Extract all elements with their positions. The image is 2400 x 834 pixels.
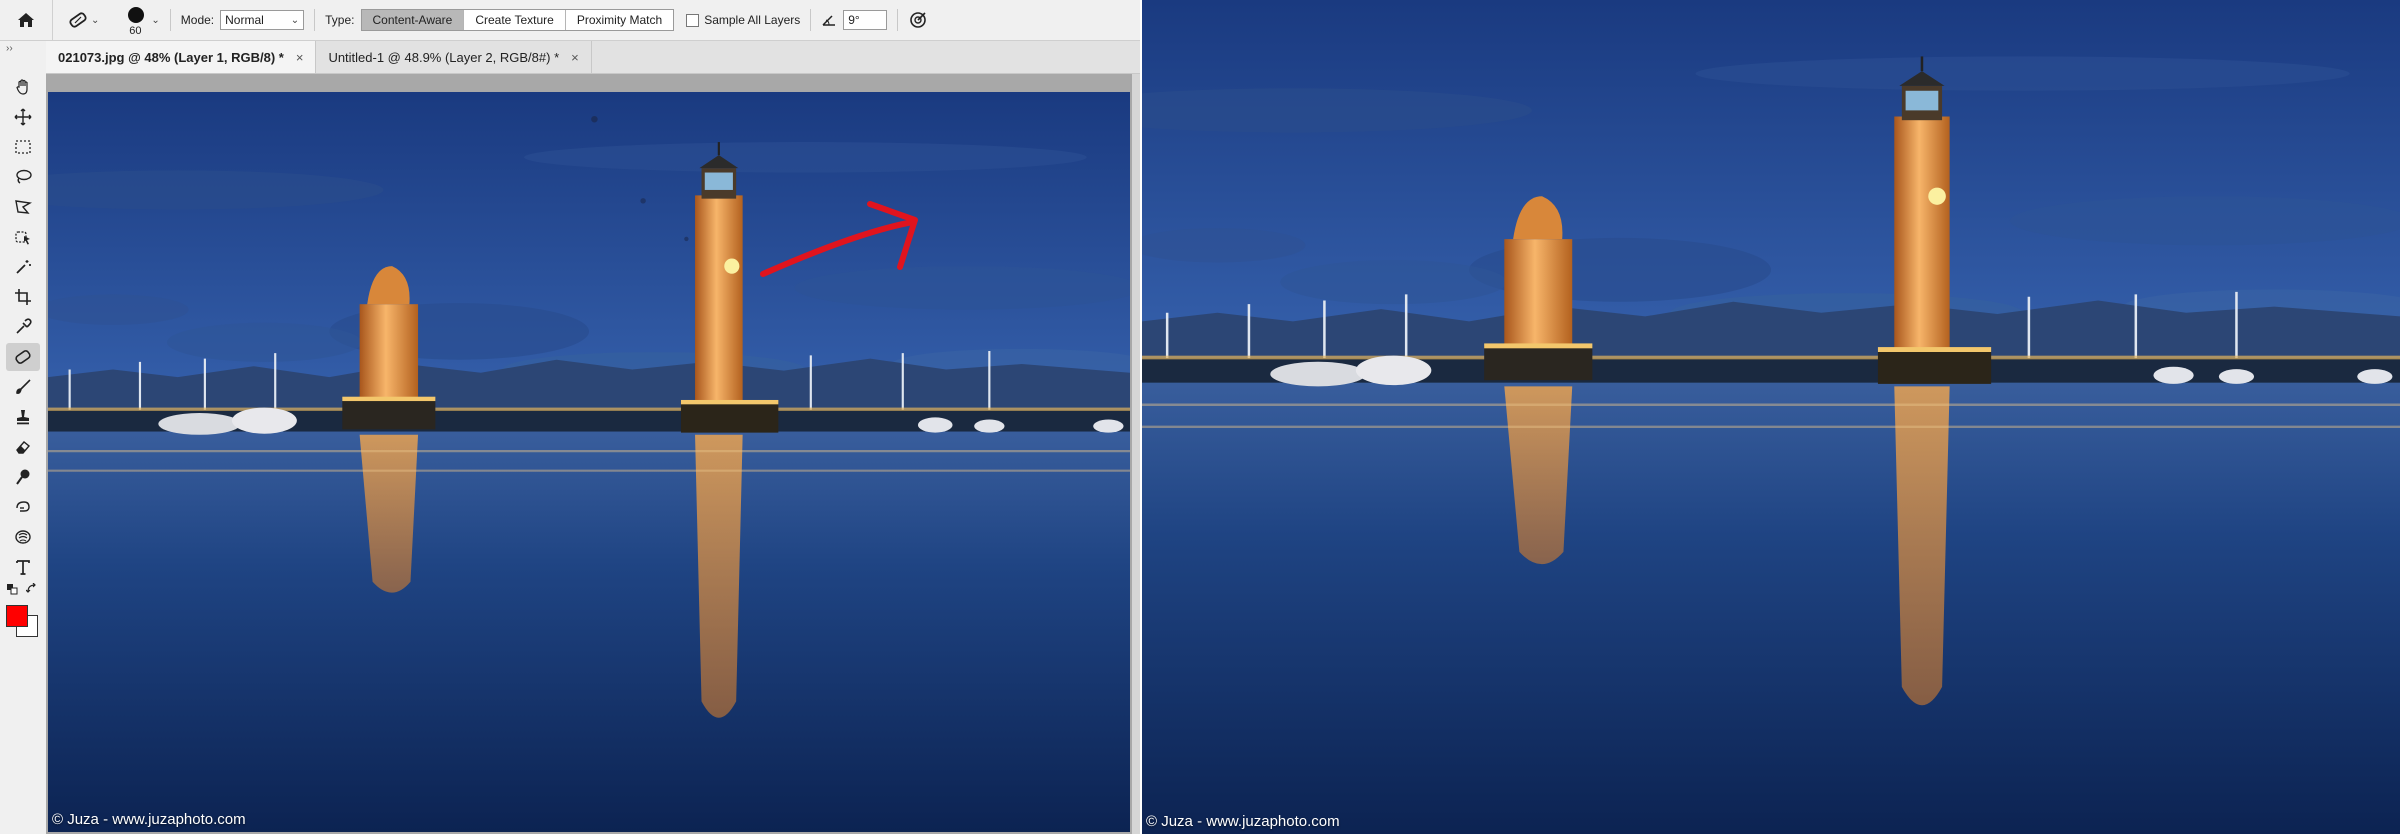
brush-preset-picker[interactable]: 60 [121, 3, 149, 37]
mode-label: Mode: [180, 13, 215, 27]
sample-all-layers-label: Sample All Layers [704, 13, 801, 27]
close-icon[interactable]: × [571, 50, 579, 65]
tab-label: Untitled-1 @ 48.9% (Layer 2, RGB/8#) * [328, 49, 560, 65]
eraser-tool[interactable] [6, 433, 40, 461]
chevron-down-icon: ⌄ [290, 14, 300, 26]
divider [810, 9, 812, 31]
close-icon[interactable]: × [296, 50, 304, 65]
marquee-tool[interactable] [6, 133, 40, 161]
tab-untitled-1[interactable]: Untitled-1 @ 48.9% (Layer 2, RGB/8#) * × [316, 41, 592, 73]
patch-tool[interactable] [6, 343, 40, 371]
type-content-aware-button[interactable]: Content-Aware [361, 10, 465, 30]
chevron-down-icon: ⌄ [91, 14, 100, 26]
divider [897, 9, 899, 31]
sponge-tool-icon [15, 530, 31, 544]
chevron-down-icon[interactable]: ⌄ [151, 15, 159, 26]
eyedropper-icon [16, 318, 32, 334]
eyedropper-tool[interactable] [6, 313, 40, 341]
patch-tool-icon [15, 350, 31, 364]
brush-tip-icon [128, 7, 145, 23]
crop-tool[interactable] [6, 283, 40, 311]
photo-credit: © Juza - www.juzaphoto.com [1146, 813, 1340, 830]
hand-tool-icon [16, 79, 28, 95]
pressure-target-icon[interactable] [908, 10, 928, 30]
home-icon [18, 13, 34, 27]
divider [169, 9, 171, 31]
brush-tool-icon [16, 379, 31, 394]
vertical-scrollbar[interactable] [1132, 74, 1140, 834]
type-label: Type: [325, 13, 355, 27]
brush-size-value: 60 [129, 25, 142, 37]
mode-select[interactable]: Normal ⌄ [220, 10, 305, 30]
clone-stamp-icon [17, 410, 29, 425]
lasso-tool-icon [16, 169, 32, 184]
move-tool[interactable] [6, 103, 40, 131]
smudge-tool[interactable] [6, 493, 40, 521]
type-proximity-match-button[interactable]: Proximity Match [565, 10, 674, 30]
crop-tool-icon [15, 289, 31, 305]
dodge-tool[interactable] [6, 463, 40, 491]
default-colors-icon[interactable] [6, 583, 18, 595]
patch-tool-icon [69, 12, 87, 28]
sample-all-layers-checkbox[interactable] [686, 13, 700, 27]
mode-value: Normal [225, 13, 264, 27]
document-canvas-area[interactable]: © Juza - www.juzaphoto.com [46, 74, 1132, 834]
brush-tool[interactable] [6, 373, 40, 401]
tab-label: 021073.jpg @ 48% (Layer 1, RGB/8) * [58, 49, 284, 65]
type-create-texture-button[interactable]: Create Texture [464, 10, 566, 30]
panel-collapse-grip[interactable]: ›› [6, 43, 13, 54]
hand-tool[interactable] [6, 73, 40, 101]
dodge-tool-icon [16, 469, 30, 485]
swap-colors-icon[interactable] [26, 583, 38, 595]
home-button[interactable] [0, 0, 53, 40]
angle-input[interactable]: 9° [843, 10, 888, 30]
photoshop-window: ⌄ 60 ⌄ Mode: Normal ⌄ Type: Content-Awar… [0, 0, 1140, 834]
object-selection-tool[interactable] [6, 223, 40, 251]
divider [314, 9, 316, 31]
document-tabs: 021073.jpg @ 48% (Layer 1, RGB/8) * × Un… [46, 41, 1140, 74]
move-tool-icon [14, 108, 32, 126]
type-tool[interactable] [6, 553, 40, 581]
photo-credit: © Juza - www.juzaphoto.com [52, 811, 246, 828]
options-bar: ⌄ 60 ⌄ Mode: Normal ⌄ Type: Content-Awar… [0, 0, 1140, 41]
annotation-arrow [760, 201, 918, 277]
type-segmented-control: Content-Aware Create Texture Proximity M… [360, 9, 675, 31]
object-selection-icon [15, 231, 30, 245]
type-tool-icon [16, 560, 30, 575]
result-image-panel: © Juza - www.juzaphoto.com [1140, 0, 2400, 834]
document-image[interactable]: © Juza - www.juzaphoto.com [48, 92, 1130, 832]
tool-preset-picker[interactable]: ⌄ [67, 10, 99, 30]
polygonal-lasso-tool[interactable] [6, 193, 40, 221]
magic-wand-icon [16, 260, 31, 274]
result-image: © Juza - www.juzaphoto.com [1142, 0, 2400, 834]
magic-wand-tool[interactable] [6, 253, 40, 281]
lasso-tool[interactable] [6, 163, 40, 191]
tab-021073[interactable]: 021073.jpg @ 48% (Layer 1, RGB/8) * × [46, 41, 317, 73]
sponge-tool[interactable] [6, 523, 40, 551]
foreground-color-swatch[interactable] [6, 605, 28, 627]
lighthouse-photo-healed [1142, 0, 2400, 834]
polygonal-lasso-icon [15, 200, 32, 214]
angle-icon [822, 15, 836, 26]
smudge-tool-icon [16, 501, 30, 512]
clone-stamp-tool[interactable] [6, 403, 40, 431]
eraser-icon [16, 441, 31, 454]
marquee-tool-icon [15, 140, 31, 154]
tools-panel: ›› [0, 41, 47, 834]
